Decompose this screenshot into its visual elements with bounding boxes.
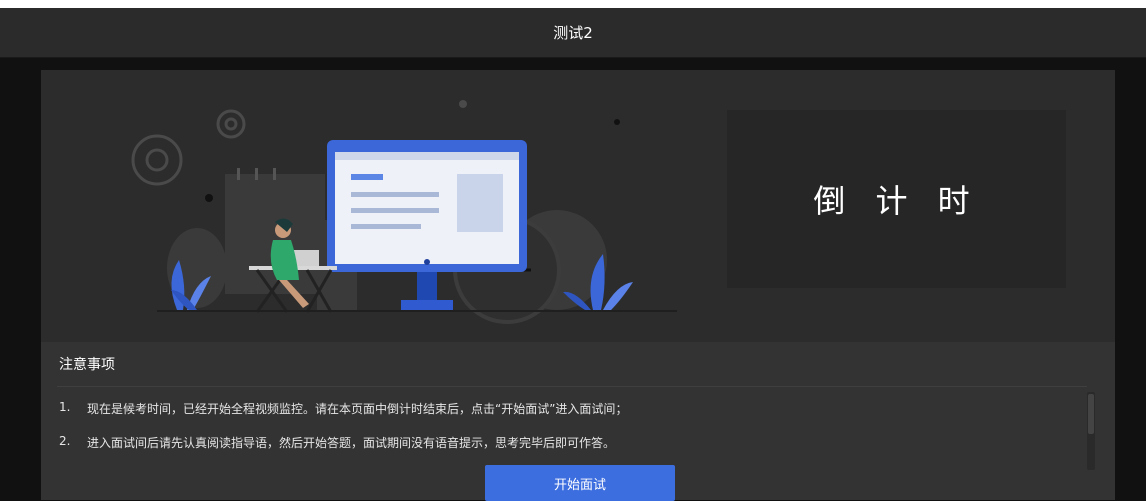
waiting-panel: 倒 计 时 注意事项 1. 现在是候考时间，已经开始全程视频监控。请在本页面中倒… <box>41 70 1115 501</box>
list-item-number: 2. <box>59 434 71 448</box>
list-item-number: 1. <box>59 400 71 414</box>
notes-section: 注意事项 1. 现在是候考时间，已经开始全程视频监控。请在本页面中倒计时结束后，… <box>41 342 1115 501</box>
countdown-label: 倒 计 时 <box>813 182 980 220</box>
page-title: 测试2 <box>553 24 593 42</box>
scrollbar-thumb[interactable] <box>1088 394 1094 434</box>
list-item-text: 进入面试间后请先认真阅读指导语，然后开始答题，面试期间没有语音提示，思考完毕后即… <box>87 436 616 450</box>
list-item-text: 现在是候考时间，已经开始全程视频监控。请在本页面中倒计时结束后，点击“开始面试”… <box>87 402 628 416</box>
list-item: 2. 进入面试间后请先认真阅读指导语，然后开始答题，面试期间没有语音提示，思考完… <box>59 434 1079 468</box>
notes-title: 注意事项 <box>59 357 115 373</box>
notes-scrollbar[interactable] <box>1087 392 1095 470</box>
notes-list: 1. 现在是候考时间，已经开始全程视频监控。请在本页面中倒计时结束后，点击“开始… <box>59 400 1079 468</box>
divider <box>57 386 1087 387</box>
gear-icon <box>131 109 246 186</box>
waiting-illustration <box>131 100 677 324</box>
title-bar: 测试2 <box>0 0 1146 58</box>
start-interview-button[interactable]: 开始面试 <box>485 465 675 501</box>
countdown-box: 倒 计 时 <box>727 110 1066 288</box>
list-item: 1. 现在是候考时间，已经开始全程视频监控。请在本页面中倒计时结束后，点击“开始… <box>59 400 1079 434</box>
